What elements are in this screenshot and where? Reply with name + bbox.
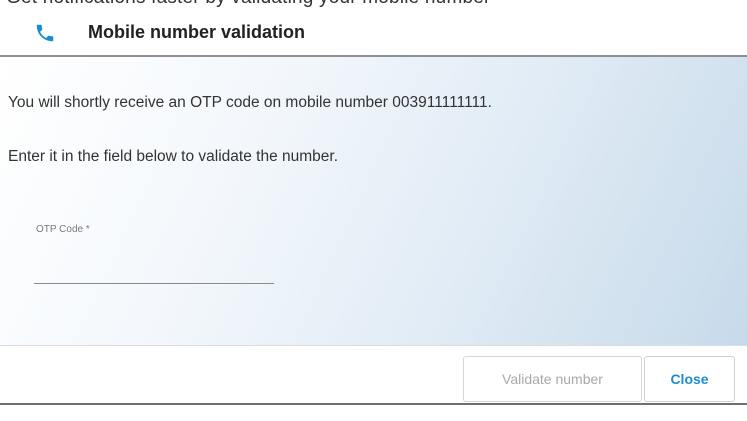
dialog-title: Mobile number validation bbox=[88, 22, 306, 42]
dialog-header: Mobile number validation bbox=[0, 10, 747, 57]
otp-sent-message: You will shortly receive an OTP code on … bbox=[8, 94, 492, 111]
otp-code-label: OTP Code * bbox=[36, 224, 90, 235]
background-page-strip: Get notifications faster by validating y… bbox=[0, 0, 747, 10]
otp-code-input[interactable] bbox=[34, 253, 274, 284]
dialog-footer: Validate number Close bbox=[0, 345, 747, 402]
phone-icon bbox=[32, 20, 58, 46]
instruction-message: Enter it in the field below to validate … bbox=[8, 148, 339, 165]
background-cutoff-text: Get notifications faster by validating y… bbox=[6, 0, 491, 9]
bottom-divider bbox=[0, 403, 747, 405]
dialog-body: You will shortly receive an OTP code on … bbox=[0, 57, 747, 345]
screen: Get notifications faster by validating y… bbox=[0, 0, 747, 421]
close-button[interactable]: Close bbox=[644, 356, 735, 402]
validate-number-button[interactable]: Validate number bbox=[463, 356, 642, 402]
